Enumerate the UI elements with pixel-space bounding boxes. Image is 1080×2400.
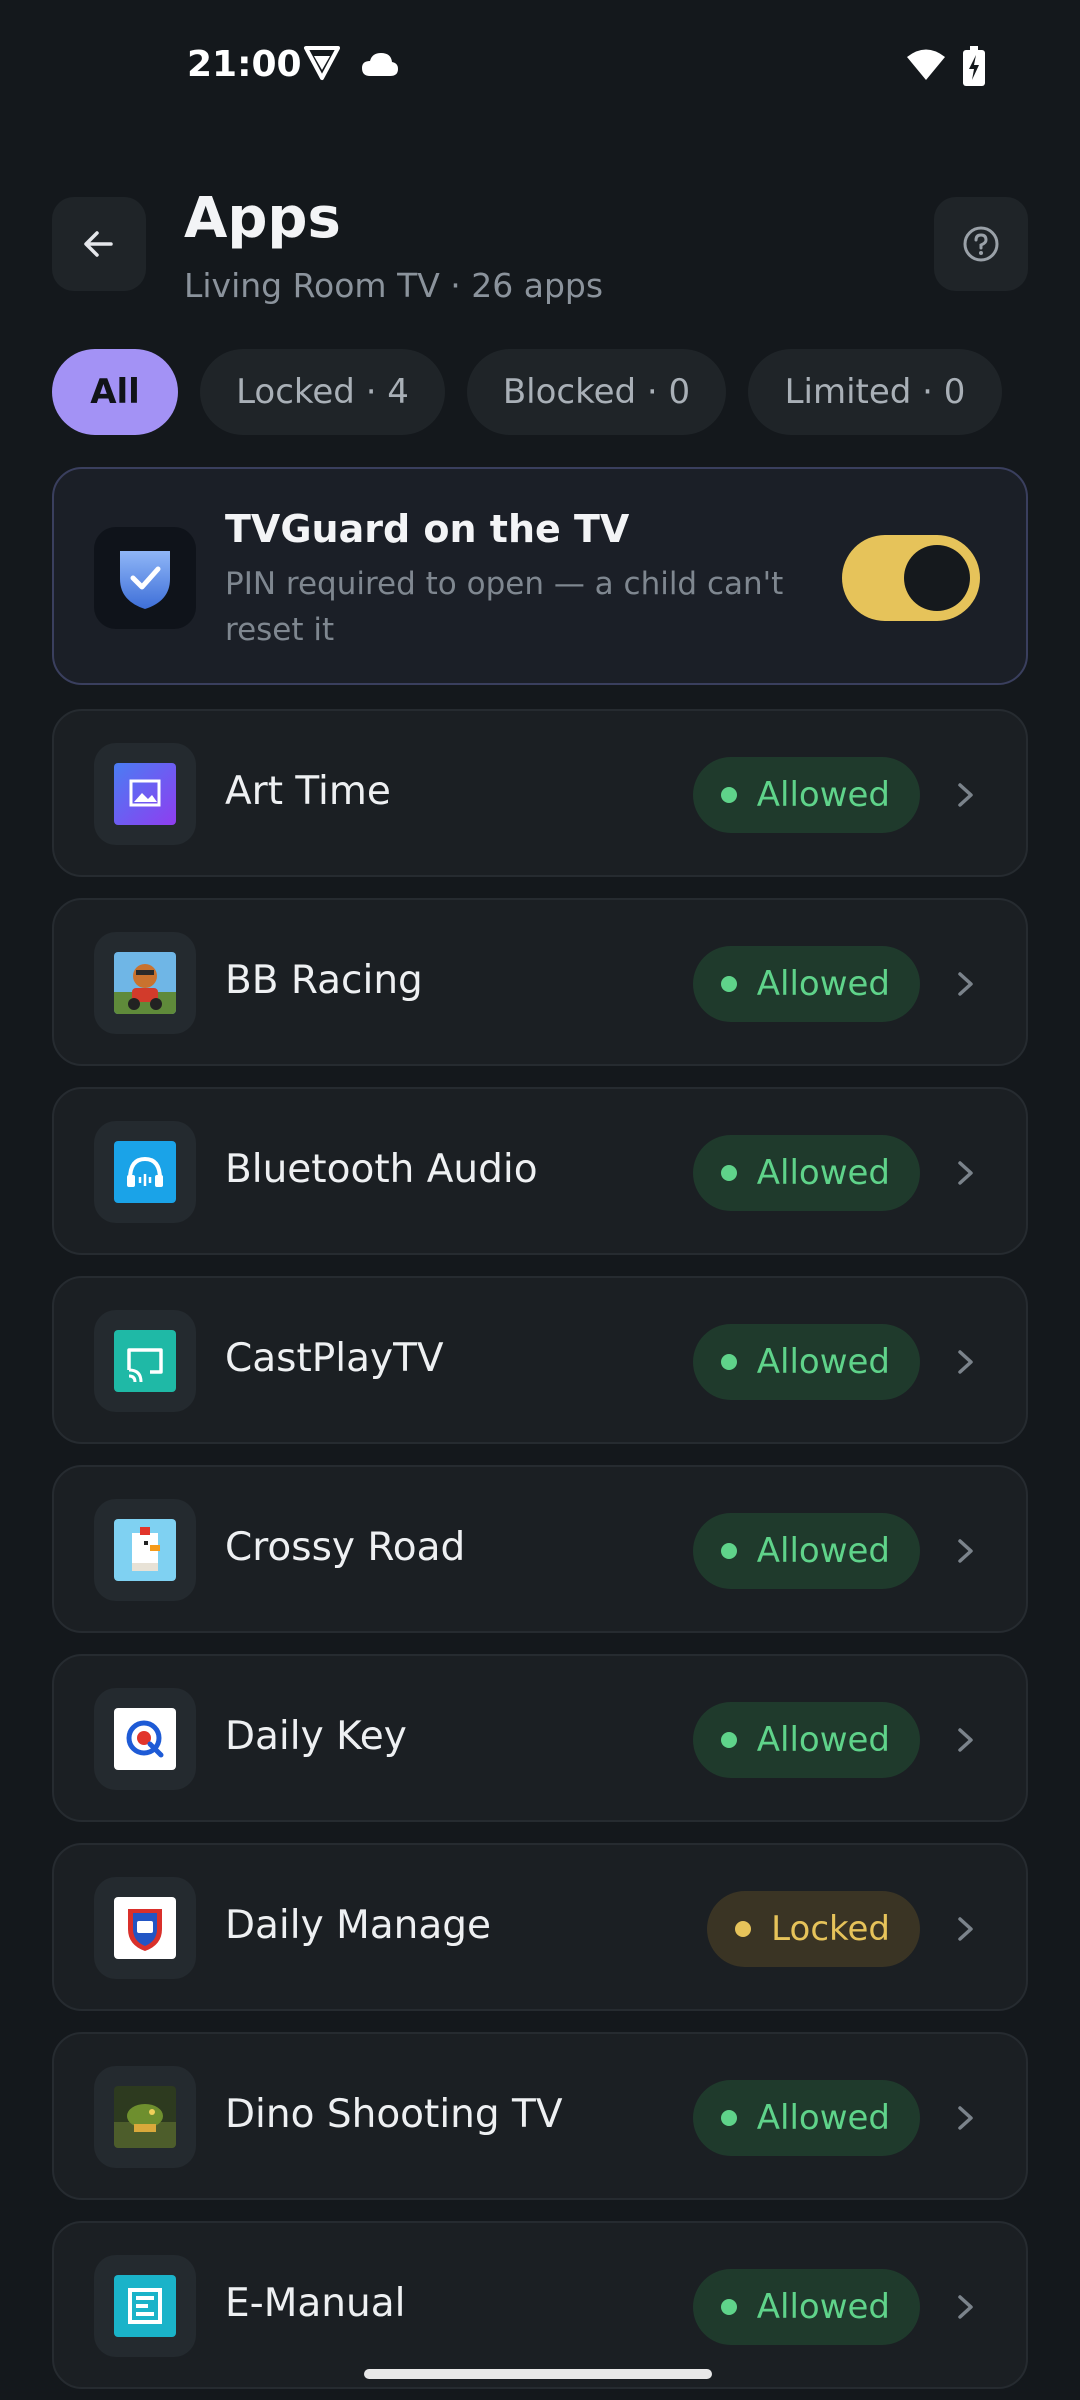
app-name: Crossy Road <box>225 1525 466 1570</box>
app-row[interactable]: Art Time Allowed <box>52 709 1028 877</box>
chevron-right-icon <box>958 1539 973 1563</box>
e-manual-icon <box>114 2275 176 2337</box>
app-icon-wrap <box>94 1310 196 1412</box>
status-badge: Allowed <box>692 1324 920 1400</box>
dino-shooting-icon <box>114 2086 176 2148</box>
app-icon-wrap <box>94 1121 196 1223</box>
app-name: CastPlayTV <box>225 1336 444 1381</box>
app-name: Dino Shooting TV <box>225 2092 563 2137</box>
back-button[interactable] <box>52 197 146 291</box>
tvguard-title: TVGuard on the TV <box>225 507 630 551</box>
help-circle-icon <box>963 226 999 262</box>
app-icon-wrap <box>94 1688 196 1790</box>
app-row[interactable]: Daily Key Allowed <box>52 1654 1028 1822</box>
page-subtitle: Living Room TV · 26 apps <box>184 266 604 305</box>
arrow-left-icon <box>84 231 113 257</box>
chevron-right-icon <box>958 1161 973 1185</box>
app-icon-wrap <box>94 2066 196 2168</box>
app-row[interactable]: Daily Manage Locked <box>52 1843 1028 2011</box>
home-indicator[interactable] <box>364 2369 712 2379</box>
app-icon-wrap <box>94 1877 196 1979</box>
status-dot <box>720 2299 737 2315</box>
status-label: Allowed <box>756 1342 890 1382</box>
app-name: Daily Key <box>225 1714 407 1759</box>
status-time: 21:00 <box>187 44 302 85</box>
wifi-icon <box>906 48 946 86</box>
bb-racing-icon <box>114 952 176 1014</box>
status-label: Allowed <box>756 1720 890 1760</box>
app-name: E-Manual <box>225 2281 406 2326</box>
status-badge: Allowed <box>692 2080 920 2156</box>
chevron-right-icon <box>958 972 973 996</box>
art-time-icon <box>114 763 176 825</box>
tvguard-card: TVGuard on the TV PIN required to open —… <box>52 467 1028 685</box>
status-badge: Allowed <box>692 1513 920 1589</box>
chevron-right-icon <box>958 1917 973 1941</box>
castplaytv-icon <box>114 1330 176 1392</box>
status-badge: Locked <box>707 1891 920 1967</box>
status-label: Locked <box>771 1909 890 1949</box>
status-label: Allowed <box>756 1153 890 1193</box>
status-dot <box>720 1543 737 1559</box>
toggle-knob <box>904 545 970 611</box>
status-badge: Allowed <box>692 2269 920 2345</box>
status-label: Allowed <box>756 2287 890 2327</box>
cloud-icon <box>360 50 400 82</box>
status-dot <box>720 2110 737 2126</box>
battery-charging-icon <box>962 46 986 90</box>
daily-manage-icon <box>114 1897 176 1959</box>
help-button[interactable] <box>934 197 1028 291</box>
chevron-right-icon <box>958 1350 973 1374</box>
app-icon-wrap <box>94 1499 196 1601</box>
filter-chip-blocked[interactable]: Blocked · 0 <box>467 349 726 435</box>
app-row[interactable]: E-Manual Allowed <box>52 2221 1028 2389</box>
app-name: Art Time <box>225 769 391 814</box>
shield-check-icon <box>120 551 170 609</box>
status-dot <box>720 1732 737 1748</box>
status-badge: Allowed <box>692 1135 920 1211</box>
bluetooth-audio-icon <box>114 1141 176 1203</box>
app-icon-wrap <box>94 2255 196 2357</box>
status-bar: 21:00 <box>0 0 1080 130</box>
status-dot <box>720 1354 737 1370</box>
vpn-shield-icon <box>302 44 342 86</box>
filter-chips: All Locked · 4 Blocked · 0 Limited · 0 <box>52 349 1002 435</box>
status-label: Allowed <box>756 2098 890 2138</box>
crossy-road-icon <box>114 1519 176 1581</box>
status-dot <box>735 1921 752 1937</box>
status-dot <box>720 976 737 992</box>
chevron-right-icon <box>958 2295 973 2319</box>
app-row[interactable]: BB Racing Allowed <box>52 898 1028 1066</box>
tvguard-icon-wrap <box>94 527 196 629</box>
tvguard-description: PIN required to open — a child can't res… <box>225 566 784 648</box>
app-name: Bluetooth Audio <box>225 1147 538 1192</box>
app-icon-wrap <box>94 743 196 845</box>
status-badge: Allowed <box>692 757 920 833</box>
app-name: Daily Manage <box>225 1903 491 1948</box>
status-label: Allowed <box>756 1531 890 1571</box>
filter-chip-limited[interactable]: Limited · 0 <box>748 349 1002 435</box>
tvguard-toggle[interactable] <box>842 535 980 621</box>
status-dot <box>720 1165 737 1181</box>
filter-chip-all[interactable]: All <box>52 349 178 435</box>
app-icon-wrap <box>94 932 196 1034</box>
app-name: BB Racing <box>225 958 423 1003</box>
app-row[interactable]: Bluetooth Audio Allowed <box>52 1087 1028 1255</box>
app-row[interactable]: Crossy Road Allowed <box>52 1465 1028 1633</box>
chevron-right-icon <box>958 2106 973 2130</box>
app-row[interactable]: Dino Shooting TV Allowed <box>52 2032 1028 2200</box>
status-badge: Allowed <box>692 1702 920 1778</box>
status-badge: Allowed <box>692 946 920 1022</box>
status-label: Allowed <box>756 964 890 1004</box>
daily-key-icon <box>114 1708 176 1770</box>
status-dot <box>720 787 737 803</box>
page-title: Apps <box>184 186 341 251</box>
filter-chip-locked[interactable]: Locked · 4 <box>200 349 445 435</box>
chevron-right-icon <box>958 1728 973 1752</box>
status-label: Allowed <box>756 775 890 815</box>
app-row[interactable]: CastPlayTV Allowed <box>52 1276 1028 1444</box>
chevron-right-icon <box>958 783 973 807</box>
